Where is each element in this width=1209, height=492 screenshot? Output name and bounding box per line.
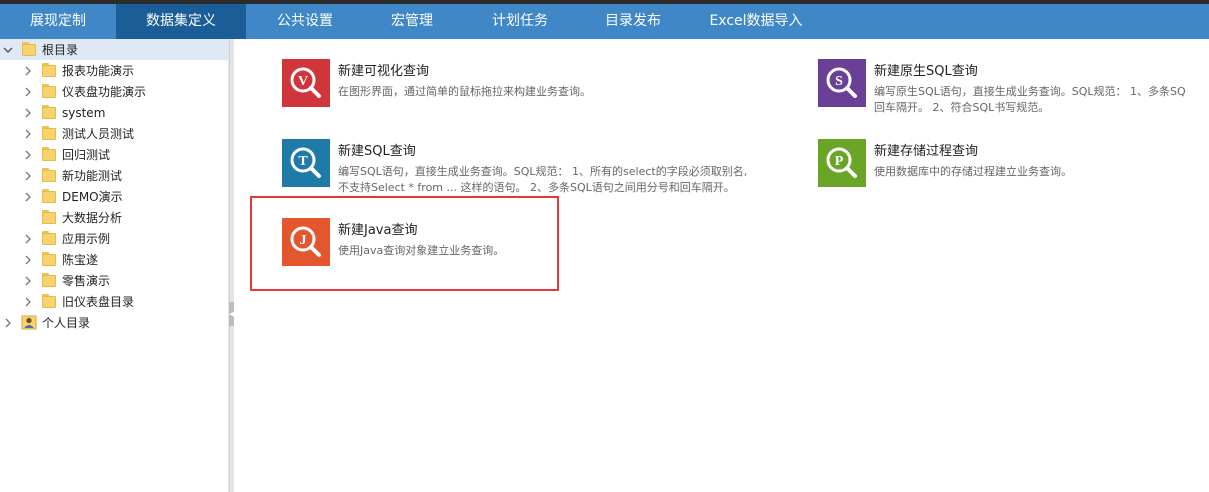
card-description: 编写SQL语句，直接生成业务查询。SQL规范： 1、所有的select的字段必须… (338, 165, 748, 194)
folder-icon (41, 273, 57, 288)
folder-icon (41, 84, 57, 99)
tree-item[interactable]: system (0, 102, 229, 123)
svg-text:S: S (835, 74, 843, 89)
chevron-right-icon[interactable] (22, 275, 34, 287)
card-description: 在图形界面，通过简单的鼠标拖拉来构建业务查询。 (338, 85, 591, 98)
tab-public-settings[interactable]: 公共设置 (246, 4, 364, 39)
tree-item[interactable]: 测试人员测试 (0, 123, 229, 144)
top-nav: 展现定制 数据集定义 公共设置 宏管理 计划任务 目录发布 Excel数据导入 (0, 4, 1209, 39)
tree-item-root[interactable]: 根目录 (0, 39, 229, 60)
tree-item[interactable]: 应用示例 (0, 228, 229, 249)
folder-icon (21, 42, 37, 57)
folder-icon (41, 231, 57, 246)
tab-scheduled-tasks[interactable]: 计划任务 (460, 4, 580, 39)
highlight-box (250, 196, 559, 291)
card-description: 使用数据库中的存储过程建立业务查询。 (874, 165, 1072, 178)
new-stored-procedure-query-card[interactable]: P 新建存储过程查询 使用数据库中的存储过程建立业务查询。 (818, 139, 1072, 187)
folder-icon (41, 126, 57, 141)
folder-icon (41, 189, 57, 204)
tree-item-label: system (62, 105, 106, 120)
tab-excel-import[interactable]: Excel数据导入 (686, 4, 826, 39)
chevron-right-icon[interactable] (2, 317, 14, 329)
sql-query-icon: T (282, 139, 330, 187)
card-title: 新建可视化查询 (338, 64, 430, 79)
tree-item-personal[interactable]: 个人目录 (0, 312, 229, 333)
native-sql-query-icon: S (818, 59, 866, 107)
tree-item-label: 根目录 (42, 43, 79, 57)
tree-item-label: DEMO演示 (62, 190, 123, 204)
chevron-right-icon[interactable] (22, 128, 34, 140)
tree-item-label: 个人目录 (42, 316, 91, 330)
tree-item-label: 仪表盘功能演示 (62, 85, 147, 99)
tree-item-label: 报表功能演示 (62, 64, 135, 78)
card-title: 新建存储过程查询 (874, 144, 979, 159)
tree-item[interactable]: 陈宝遂 (0, 249, 229, 270)
user-icon (21, 315, 37, 330)
chevron-right-icon[interactable] (22, 296, 34, 308)
new-visual-query-card[interactable]: V 新建可视化查询 在图形界面，通过简单的鼠标拖拉来构建业务查询。 (282, 59, 591, 107)
chevron-right-icon[interactable] (22, 191, 34, 203)
folder-icon (41, 210, 57, 225)
tab-display-custom[interactable]: 展现定制 (0, 4, 116, 39)
tree-item[interactable]: 零售演示 (0, 270, 229, 291)
chevron-down-icon[interactable] (2, 44, 14, 56)
tree-item-label: 回归测试 (62, 148, 111, 162)
visual-query-icon: V (282, 59, 330, 107)
svg-text:V: V (298, 74, 308, 89)
folder-icon (41, 168, 57, 183)
chevron-right-icon[interactable] (22, 254, 34, 266)
new-sql-query-card[interactable]: T 新建SQL查询 编写SQL语句，直接生成业务查询。SQL规范： 1、所有的s… (282, 139, 747, 196)
resource-tree: 根目录报表功能演示 仪表盘功能演示 system 测试人员测试 回归测试新功能测试 DEM… (0, 39, 229, 492)
folder-icon (41, 105, 57, 120)
svg-text:T: T (298, 154, 308, 169)
card-title: 新建SQL查询 (338, 144, 416, 159)
card-description: 编写原生SQL语句，直接生成业务查询。SQL规范： 1、多条SQ 回车隔开。 2… (874, 85, 1186, 114)
chevron-right-icon[interactable] (22, 65, 34, 77)
tree-item-label: 旧仪表盘目录 (62, 295, 135, 309)
tree-item[interactable]: DEMO演示 (0, 186, 229, 207)
tree-item[interactable]: 报表功能演示 (0, 60, 229, 81)
tree-item-label: 测试人员测试 (62, 127, 135, 141)
tree-item[interactable]: 新功能测试 (0, 165, 229, 186)
tab-dataset-definition[interactable]: 数据集定义 (116, 4, 246, 39)
tree-item-label: 陈宝遂 (62, 253, 99, 267)
tree-item[interactable]: 回归测试 (0, 144, 229, 165)
tree-item[interactable]: 仪表盘功能演示 (0, 81, 229, 102)
tree-item-label: 大数据分析 (62, 211, 123, 225)
folder-icon (41, 294, 57, 309)
chevron-right-icon[interactable] (22, 86, 34, 98)
card-title: 新建原生SQL查询 (874, 64, 978, 79)
tree-item-label: 应用示例 (62, 232, 111, 246)
folder-icon (41, 252, 57, 267)
folder-icon (41, 147, 57, 162)
stored-procedure-query-icon: P (818, 139, 866, 187)
tree-item-label: 零售演示 (62, 274, 111, 288)
new-native-sql-query-card[interactable]: S 新建原生SQL查询 编写原生SQL语句，直接生成业务查询。SQL规范： 1、… (818, 59, 1186, 116)
tree-item[interactable]: 旧仪表盘目录 (0, 291, 229, 312)
chevron-right-icon[interactable] (22, 233, 34, 245)
tree-item-label: 新功能测试 (62, 169, 123, 183)
tab-macro-management[interactable]: 宏管理 (364, 4, 460, 39)
chevron-right-icon[interactable] (22, 149, 34, 161)
tab-directory-publish[interactable]: 目录发布 (580, 4, 686, 39)
chevron-right-icon[interactable] (22, 170, 34, 182)
svg-text:P: P (835, 154, 844, 169)
chevron-right-icon[interactable] (22, 107, 34, 119)
tree-item[interactable]: 大数据分析 (0, 207, 229, 228)
folder-icon (41, 63, 57, 78)
